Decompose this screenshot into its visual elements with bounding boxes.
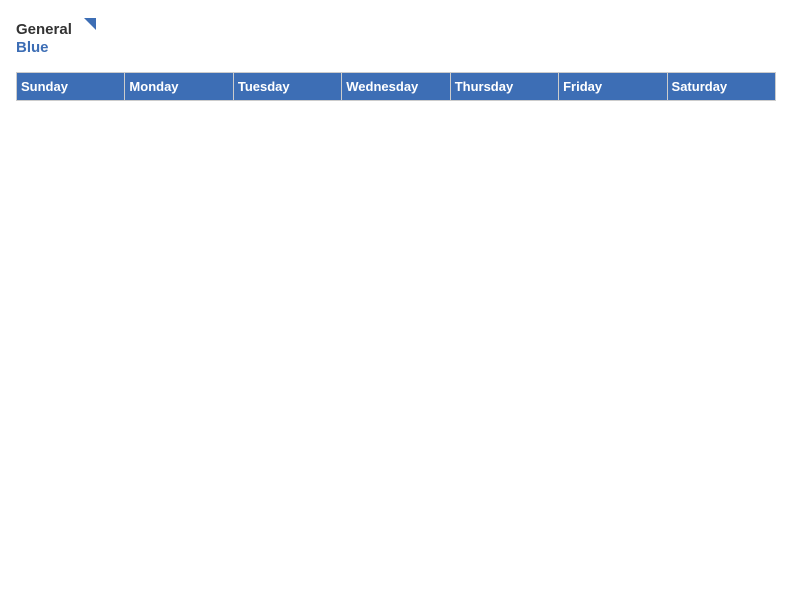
logo: General Blue <box>16 16 96 60</box>
calendar-table: SundayMondayTuesdayWednesdayThursdayFrid… <box>16 72 776 101</box>
logo-svg: General Blue <box>16 16 96 60</box>
weekday-header: Wednesday <box>342 73 450 101</box>
weekday-header: Saturday <box>667 73 775 101</box>
svg-text:Blue: Blue <box>16 39 49 56</box>
weekday-header: Sunday <box>17 73 125 101</box>
header: General Blue <box>16 16 776 60</box>
calendar-header-row: SundayMondayTuesdayWednesdayThursdayFrid… <box>17 73 776 101</box>
weekday-header: Monday <box>125 73 233 101</box>
weekday-header: Tuesday <box>233 73 341 101</box>
weekday-header: Thursday <box>450 73 558 101</box>
weekday-header: Friday <box>559 73 667 101</box>
svg-text:General: General <box>16 21 72 38</box>
